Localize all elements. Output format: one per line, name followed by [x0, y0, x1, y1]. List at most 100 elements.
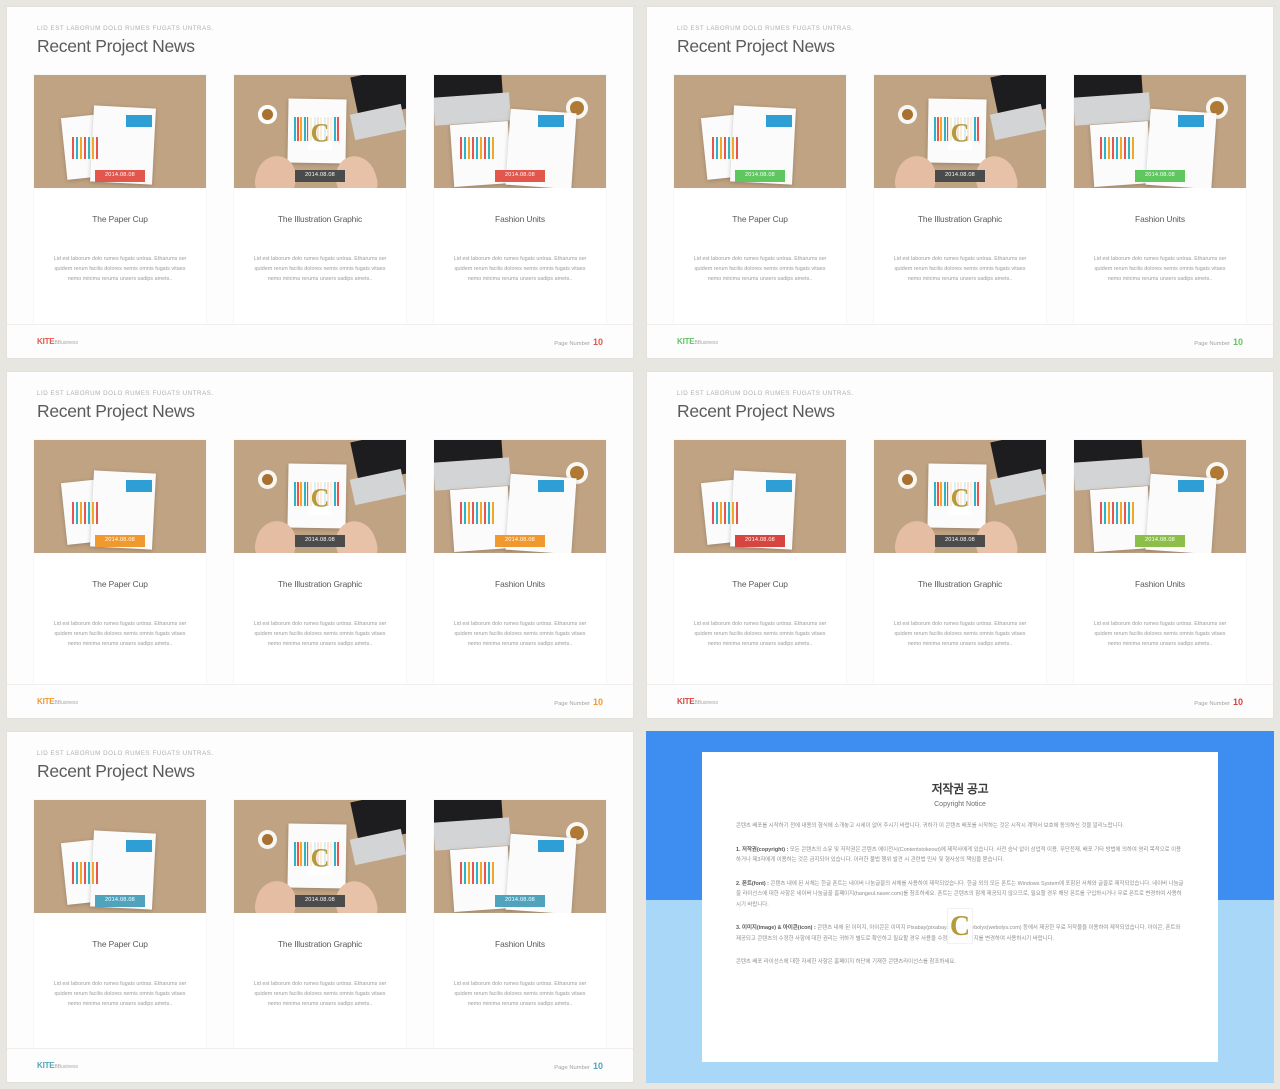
- coffee-liquid: [262, 834, 273, 845]
- copyright-heading-ko: 저작권 공고: [931, 782, 989, 796]
- card-description: Lid est laborum dolo rumes fugats untras…: [53, 981, 187, 1007]
- news-card[interactable]: 2014.08.08 The Paper Cup Lid est laborum…: [34, 75, 206, 324]
- news-card[interactable]: 2014.08.08 Fashion Units Lid est laborum…: [434, 440, 606, 684]
- card-photo: 2014.08.08: [34, 75, 206, 188]
- card-title: The Illustration Graphic: [917, 579, 1003, 589]
- card-title: The Paper Cup: [92, 579, 148, 589]
- slide-cell-3[interactable]: LID EST LABORUM DOLO RUMES FUGATS UNTRAS…: [0, 365, 640, 725]
- chart-bars: [460, 502, 496, 524]
- brand-name: KITE: [677, 337, 695, 346]
- page-number: Page Number 10: [554, 1061, 603, 1071]
- slide-kicker: LID EST LABORUM DOLO RUMES FUGATS UNTRAS…: [677, 390, 854, 397]
- copyright-intro: 콘텐츠 배포를 시작하기 전에 내용의 형식에 소개놓고 시세이 없어 주시기 …: [736, 823, 1125, 829]
- slide-cell-2[interactable]: LID EST LABORUM DOLO RUMES FUGATS UNTRAS…: [640, 0, 1280, 365]
- chart-bars: [460, 137, 496, 159]
- card-title: The Illustration Graphic: [917, 214, 1003, 224]
- date-badge: 2014.08.08: [95, 895, 145, 907]
- blue-tag: [1178, 480, 1204, 492]
- card-title: The Illustration Graphic: [277, 579, 363, 589]
- blue-tag: [126, 115, 152, 127]
- copyright-section-1-text: 모든 콘텐츠의 소유 및 저작권은 콘텐츠 에이전시(Contentstokeo…: [736, 846, 1182, 864]
- card-description: Lid est laborum dolo rumes fugats untras…: [893, 256, 1027, 282]
- date-badge: 2014.08.08: [1135, 170, 1185, 182]
- news-card[interactable]: 2014.08.08 Fashion Units Lid est laborum…: [434, 75, 606, 324]
- slide-cell-1[interactable]: LID EST LABORUM DOLO RUMES FUGATS UNTRAS…: [0, 0, 640, 365]
- news-card[interactable]: 2014.08.08 Fashion Units Lid est laborum…: [1074, 75, 1246, 324]
- card-row: 2014.08.08 The Paper Cup Lid est laborum…: [7, 782, 633, 1048]
- card-title: The Paper Cup: [92, 939, 148, 949]
- news-card[interactable]: C 2014.08.08 The Illustration Graphic Li…: [874, 75, 1046, 324]
- card-description: Lid est laborum dolo rumes fugats untras…: [693, 621, 827, 647]
- slide-title: Recent Project News: [677, 36, 835, 56]
- card-photo: C 2014.08.08: [234, 800, 406, 913]
- brand-name: KITE: [37, 1061, 55, 1070]
- slide-header: LID EST LABORUM DOLO RUMES FUGATS UNTRAS…: [7, 732, 633, 782]
- watermark-seal: C: [308, 480, 332, 515]
- brand-name: KITE: [37, 337, 55, 346]
- card-row: 2014.08.08 The Paper Cup Lid est laborum…: [7, 57, 633, 324]
- card-title: The Paper Cup: [732, 579, 788, 589]
- news-card[interactable]: 2014.08.08 The Paper Cup Lid est laborum…: [674, 440, 846, 684]
- news-card[interactable]: C 2014.08.08 The Illustration Graphic Li…: [234, 75, 406, 324]
- copyright-section-3-label: 3. 이미지(image) & 아이콘(icon) :: [736, 925, 816, 932]
- news-card[interactable]: 2014.08.08 The Paper Cup Lid est laborum…: [34, 800, 206, 1048]
- slide-5[interactable]: LID EST LABORUM DOLO RUMES FUGATS UNTRAS…: [6, 731, 634, 1083]
- brand-suffix: BBusiness: [694, 700, 719, 706]
- news-card[interactable]: C 2014.08.08 The Illustration Graphic Li…: [874, 440, 1046, 684]
- news-card[interactable]: 2014.08.08 Fashion Units Lid est laborum…: [434, 800, 606, 1048]
- page-number: Page Number 10: [1194, 697, 1243, 707]
- brand-logo: KITEBBusiness: [677, 337, 718, 346]
- blue-tag: [126, 840, 152, 852]
- card-photo: 2014.08.08: [434, 75, 606, 188]
- card-description: Lid est laborum dolo rumes fugats untras…: [253, 621, 387, 647]
- chart-bars: [72, 137, 98, 159]
- card-photo: C 2014.08.08: [874, 75, 1046, 188]
- slide-footer: KITEBBusiness Page Number 10: [7, 1048, 633, 1082]
- card-photo: 2014.08.08: [34, 440, 206, 553]
- card-photo: 2014.08.08: [34, 800, 206, 913]
- date-badge: 2014.08.08: [95, 535, 145, 547]
- date-badge: 2014.08.08: [95, 170, 145, 182]
- date-badge: 2014.08.08: [735, 535, 785, 547]
- date-badge: 2014.08.08: [1135, 535, 1185, 547]
- page-number: Page Number 10: [1194, 337, 1243, 347]
- news-card[interactable]: 2014.08.08 The Paper Cup Lid est laborum…: [34, 440, 206, 684]
- slide-cell-4[interactable]: LID EST LABORUM DOLO RUMES FUGATS UNTRAS…: [640, 365, 1280, 725]
- slide-footer: KITEBBusiness Page Number 10: [647, 684, 1273, 718]
- news-card[interactable]: C 2014.08.08 The Illustration Graphic Li…: [234, 800, 406, 1048]
- blue-tag: [126, 480, 152, 492]
- news-card[interactable]: 2014.08.08 The Paper Cup Lid est laborum…: [674, 75, 846, 324]
- chart-bars: [72, 862, 98, 884]
- date-badge: 2014.08.08: [935, 170, 985, 182]
- slide-2[interactable]: LID EST LABORUM DOLO RUMES FUGATS UNTRAS…: [646, 6, 1274, 359]
- slide-3[interactable]: LID EST LABORUM DOLO RUMES FUGATS UNTRAS…: [6, 371, 634, 719]
- brand-logo: KITEBBusiness: [37, 697, 78, 706]
- card-description: Lid est laborum dolo rumes fugats untras…: [693, 256, 827, 282]
- news-card[interactable]: 2014.08.08 Fashion Units Lid est laborum…: [1074, 440, 1246, 684]
- card-description: Lid est laborum dolo rumes fugats untras…: [453, 621, 587, 647]
- card-row: 2014.08.08 The Paper Cup Lid est laborum…: [647, 57, 1273, 324]
- card-description: Lid est laborum dolo rumes fugats untras…: [453, 256, 587, 282]
- slide-header: LID EST LABORUM DOLO RUMES FUGATS UNTRAS…: [647, 7, 1273, 57]
- card-description: Lid est laborum dolo rumes fugats untras…: [893, 621, 1027, 647]
- brand-name: KITE: [37, 697, 55, 706]
- slide-header: LID EST LABORUM DOLO RUMES FUGATS UNTRAS…: [7, 7, 633, 57]
- copyright-footer-note: 콘텐츠 배포 라이선스에 대한 자세한 사항은 홈페이지 하단에 기재한 콘텐츠…: [736, 959, 956, 966]
- coffee-liquid: [262, 474, 273, 485]
- watermark-seal: C: [308, 840, 332, 875]
- card-title: Fashion Units: [495, 579, 545, 589]
- slide-title: Recent Project News: [37, 36, 195, 56]
- slide-title: Recent Project News: [37, 761, 195, 781]
- slide-1[interactable]: LID EST LABORUM DOLO RUMES FUGATS UNTRAS…: [6, 6, 634, 359]
- card-title: The Paper Cup: [92, 214, 148, 224]
- news-card[interactable]: C 2014.08.08 The Illustration Graphic Li…: [234, 440, 406, 684]
- copyright-cell[interactable]: 저작권 공고 Copyright Notice 콘텐츠 배포를 시작하기 전에 …: [640, 725, 1280, 1089]
- coffee-liquid: [262, 109, 273, 120]
- slide-4[interactable]: LID EST LABORUM DOLO RUMES FUGATS UNTRAS…: [646, 371, 1274, 719]
- chart-bars: [1100, 137, 1136, 159]
- copyright-section-1: 1. 저작권(copyright) : 모든 콘텐츠의 소유 및 저작권은 콘텐…: [736, 845, 1184, 866]
- card-photo: 2014.08.08: [1074, 440, 1246, 553]
- slide-cell-5[interactable]: LID EST LABORUM DOLO RUMES FUGATS UNTRAS…: [0, 725, 640, 1089]
- chart-bars: [72, 502, 98, 524]
- chart-bars: [460, 862, 496, 884]
